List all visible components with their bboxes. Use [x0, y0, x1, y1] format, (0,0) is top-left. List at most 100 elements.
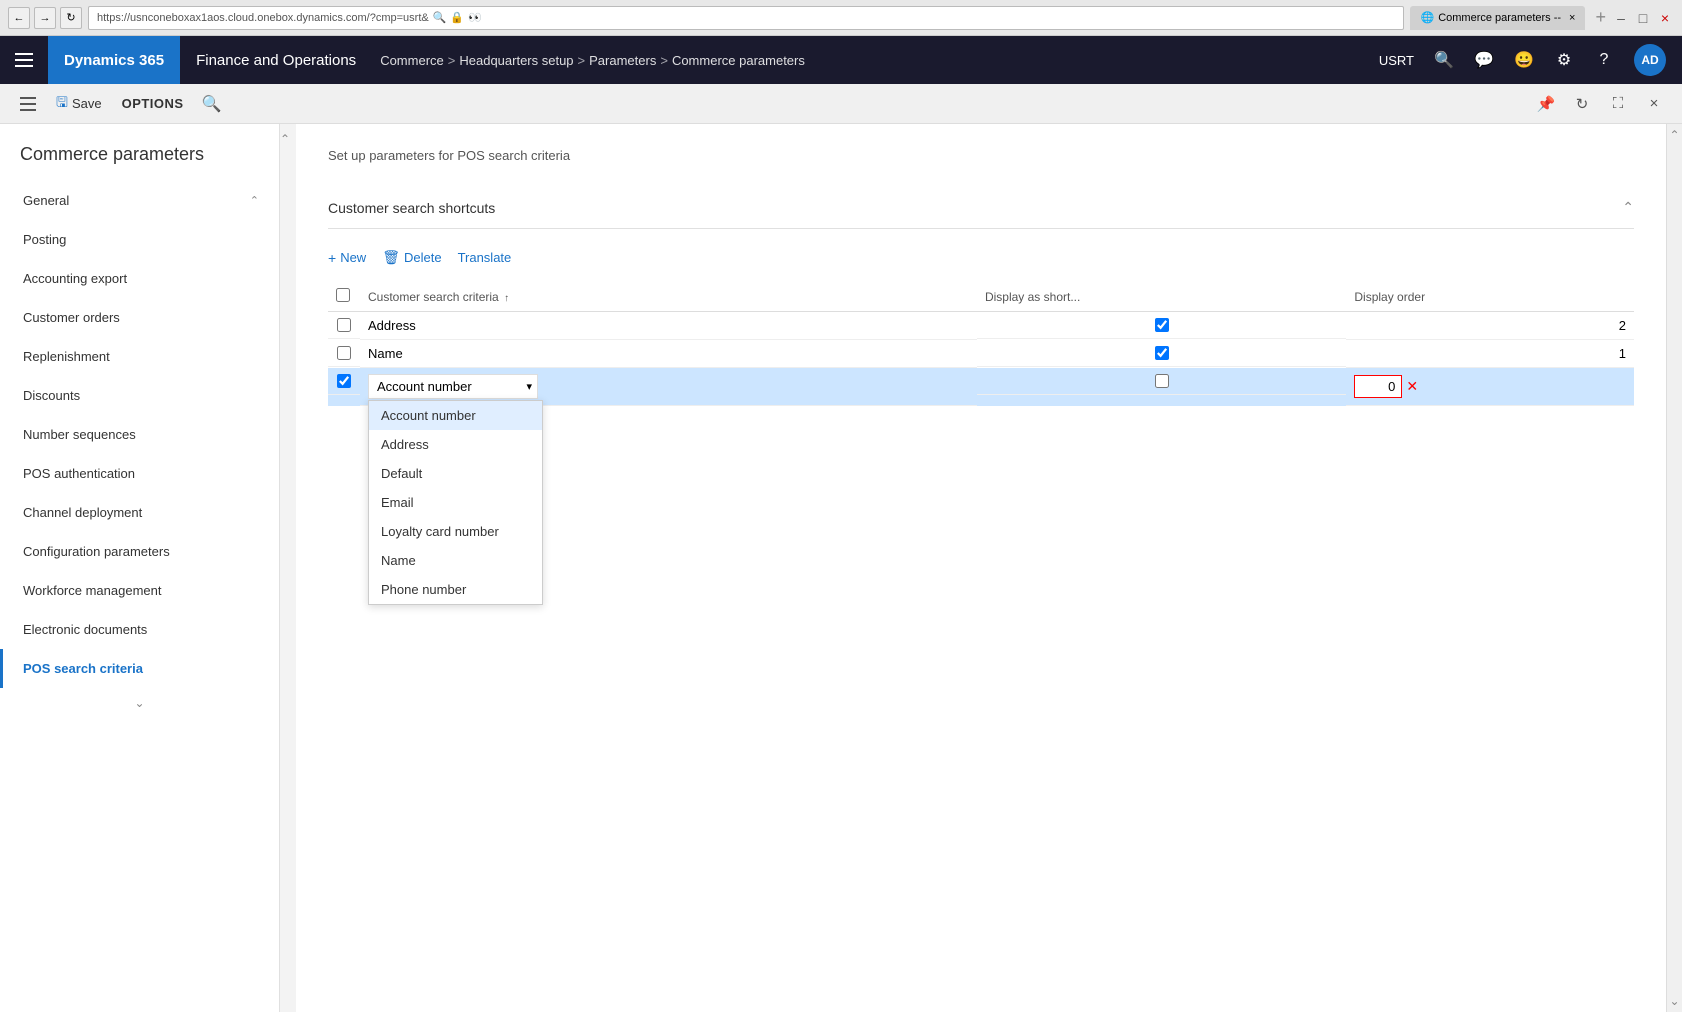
- app-header: Dynamics 365 Finance and Operations Comm…: [0, 36, 1682, 84]
- dropdown-list-item[interactable]: Default: [369, 459, 542, 488]
- row-checkbox-cell: [328, 368, 360, 395]
- options-button[interactable]: OPTIONS: [114, 92, 192, 115]
- settings-tool-button[interactable]: ⚙: [1546, 42, 1582, 78]
- clear-order-button[interactable]: ✕: [1404, 378, 1420, 395]
- row-checkbox-cell: [328, 312, 360, 339]
- display-shortcut-checkbox[interactable]: [1155, 374, 1169, 388]
- select-all-checkbox[interactable]: [336, 288, 350, 302]
- display-order-cell: ✕: [1346, 368, 1634, 406]
- sidebar-item-number-sequences[interactable]: Number sequences: [0, 415, 279, 454]
- sidebar-item-pos-search-criteria[interactable]: POS search criteria: [0, 649, 279, 688]
- save-button[interactable]: 🖫 Save: [48, 88, 110, 120]
- user-label: USRT: [1371, 53, 1422, 68]
- back-button[interactable]: ←: [8, 7, 30, 29]
- emoji-tool-button[interactable]: 😀: [1506, 42, 1542, 78]
- sidebar-item-replenishment[interactable]: Replenishment: [0, 337, 279, 376]
- nav-parameters[interactable]: Parameters: [589, 53, 656, 68]
- expand-icon[interactable]: ⛶: [1602, 88, 1634, 120]
- translate-button[interactable]: Translate: [458, 246, 512, 269]
- dropdown-list-item[interactable]: Name: [369, 546, 542, 575]
- close-button[interactable]: ×: [1656, 9, 1674, 27]
- content-inner: Set up parameters for POS search criteri…: [296, 124, 1666, 1012]
- dropdown-list-item[interactable]: Account number: [369, 401, 542, 430]
- content-area: Set up parameters for POS search criteri…: [296, 124, 1666, 1012]
- pin-icon[interactable]: 📌: [1530, 88, 1562, 120]
- sidebar-item-channel-deployment[interactable]: Channel deployment: [0, 493, 279, 532]
- table-row[interactable]: Name1: [328, 340, 1634, 368]
- dropdown-list-item[interactable]: Phone number: [369, 575, 542, 604]
- sidebar-item-discounts[interactable]: Discounts: [0, 376, 279, 415]
- sidebar-item-workforce-management[interactable]: Workforce management: [0, 571, 279, 610]
- app-product: Finance and Operations: [180, 52, 372, 69]
- display-order-input-wrapper: ✕: [1354, 375, 1626, 398]
- window-controls: – □ ×: [1612, 9, 1674, 27]
- grid-table: Customer search criteria ↑ Display as sh…: [328, 282, 1634, 406]
- scroll-down-arrow[interactable]: ⌄: [1667, 992, 1681, 1010]
- tab-close-icon[interactable]: ×: [1569, 12, 1575, 24]
- collapse-button[interactable]: ⌃: [1622, 199, 1634, 216]
- dropdown-list-item[interactable]: Loyalty card number: [369, 517, 542, 546]
- scroll-up-arrow[interactable]: ⌃: [1667, 126, 1681, 144]
- sidebar-collapse-button[interactable]: ⌃: [280, 124, 296, 1012]
- action-bar-right: 📌 ↻ ⛶ ×: [1530, 88, 1670, 120]
- sidebar-item-configuration-parameters[interactable]: Configuration parameters: [0, 532, 279, 571]
- sidebar-item-posting[interactable]: Posting: [0, 220, 279, 259]
- sidebar-item-accounting-export[interactable]: Accounting export: [0, 259, 279, 298]
- minimize-button[interactable]: –: [1612, 9, 1630, 27]
- sort-icon[interactable]: ↑: [504, 293, 509, 304]
- search-criteria-cell: Account numberAddressDefaultEmailLoyalty…: [360, 368, 977, 406]
- url-text: https://usnconeboxax1aos.cloud.onebox.dy…: [97, 12, 429, 24]
- sidebar-scroll-down[interactable]: ⌄: [0, 688, 279, 718]
- nav-hq-setup[interactable]: Headquarters setup: [459, 53, 573, 68]
- delete-label: Delete: [404, 250, 442, 265]
- browser-chrome: ← → ↻ https://usnconeboxax1aos.cloud.one…: [0, 0, 1682, 36]
- table-row[interactable]: Account numberAddressDefaultEmailLoyalty…: [328, 368, 1634, 406]
- dropdown-list-item[interactable]: Address: [369, 430, 542, 459]
- chat-tool-button[interactable]: 💬: [1466, 42, 1502, 78]
- sidebar-item-electronic-documents[interactable]: Electronic documents: [0, 610, 279, 649]
- refresh-action-icon[interactable]: ↻: [1566, 88, 1598, 120]
- page-title: Commerce parameters: [0, 124, 279, 181]
- search-criteria-select[interactable]: Account numberAddressDefaultEmailLoyalty…: [368, 374, 538, 399]
- new-tab-button[interactable]: +: [1595, 7, 1606, 27]
- delete-button[interactable]: 🗑 Delete: [382, 245, 441, 270]
- sidebar-toggle-button[interactable]: [12, 88, 44, 120]
- display-order-cell: 1: [1346, 340, 1634, 368]
- table-row[interactable]: Address2: [328, 312, 1634, 340]
- close-action-icon[interactable]: ×: [1638, 88, 1670, 120]
- row-checkbox[interactable]: [337, 318, 351, 332]
- refresh-button[interactable]: ↻: [60, 7, 82, 29]
- sidebar-item-general[interactable]: General⌃: [0, 181, 279, 220]
- action-search-button[interactable]: 🔍: [196, 88, 228, 120]
- grid-toolbar: + New 🗑 Delete Translate: [328, 241, 1634, 274]
- maximize-button[interactable]: □: [1634, 9, 1652, 27]
- col-header-display-order: Display order: [1346, 282, 1634, 312]
- save-icon: 🖫: [56, 92, 68, 116]
- row-checkbox[interactable]: [337, 346, 351, 360]
- sidebar-collapse-chevron[interactable]: ⌃: [250, 194, 259, 207]
- dropdown-list-item[interactable]: Email: [369, 488, 542, 517]
- display-shortcut-checkbox[interactable]: [1155, 346, 1169, 360]
- search-tool-button[interactable]: 🔍: [1426, 42, 1462, 78]
- section-intro: Set up parameters for POS search criteri…: [328, 148, 1634, 163]
- display-shortcut-cell: [977, 340, 1346, 367]
- nav-commerce-params[interactable]: Commerce parameters: [672, 53, 805, 68]
- right-scroll-bar: ⌃ ⌄: [1666, 124, 1682, 1012]
- app-menu-button[interactable]: [0, 36, 48, 84]
- app-logo[interactable]: Dynamics 365: [48, 36, 180, 84]
- display-shortcut-cell: [977, 368, 1346, 395]
- action-bar-left: 🖫 Save OPTIONS 🔍: [12, 88, 228, 120]
- sidebar-item-customer-orders[interactable]: Customer orders: [0, 298, 279, 337]
- new-button[interactable]: + New: [328, 246, 366, 270]
- sidebar-item-pos-authentication[interactable]: POS authentication: [0, 454, 279, 493]
- forward-button[interactable]: →: [34, 7, 56, 29]
- display-order-input[interactable]: [1354, 375, 1402, 398]
- help-tool-button[interactable]: ?: [1586, 42, 1622, 78]
- avatar[interactable]: AD: [1634, 44, 1666, 76]
- display-shortcut-checkbox[interactable]: [1155, 318, 1169, 332]
- row-checkbox-cell: [328, 340, 360, 367]
- address-bar[interactable]: https://usnconeboxax1aos.cloud.onebox.dy…: [88, 6, 1404, 30]
- row-checkbox[interactable]: [337, 374, 351, 388]
- breadcrumb: Commerce > Headquarters setup > Paramete…: [372, 53, 1363, 68]
- nav-commerce[interactable]: Commerce: [380, 53, 444, 68]
